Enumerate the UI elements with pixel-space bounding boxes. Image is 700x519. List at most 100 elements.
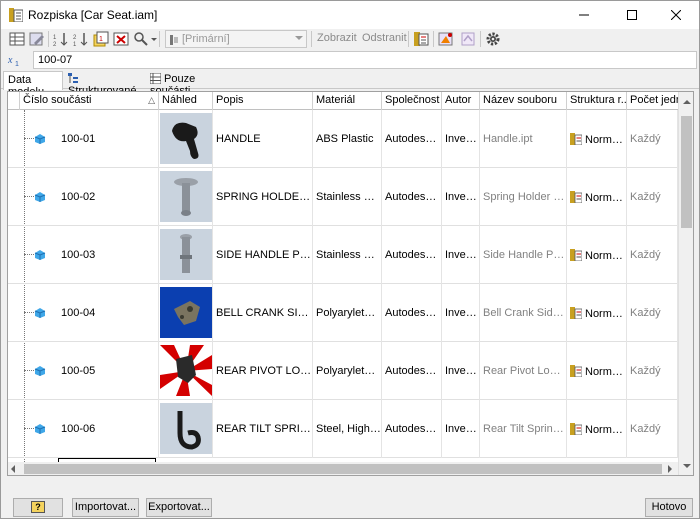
column-material[interactable]: Materiál [313,92,382,110]
cell-part-number[interactable]: 100-03 [58,226,159,284]
cell-file-name[interactable]: Side Handle Pivot ... [480,226,567,284]
help-button[interactable]: ? [13,498,63,517]
scrollbar-thumb[interactable] [681,116,692,228]
cell-structure[interactable]: Normální [567,226,627,284]
cell-units[interactable]: Každý [627,284,678,342]
cell-part-number[interactable]: 100-04 [58,284,159,342]
cell-author[interactable]: Inventor [442,110,480,168]
delete-table-icon[interactable] [113,31,129,47]
cell-structure[interactable]: Normální [567,342,627,400]
column-structure[interactable]: Struktura r... [567,92,627,110]
show-button[interactable]: Zobrazit [317,32,357,44]
cell-author[interactable]: Inventor [442,226,480,284]
cell-material[interactable]: Stainless Steel [313,168,382,226]
cell-company[interactable]: Autodesk Inc. [382,342,442,400]
tab-parts-only[interactable]: Pouze součásti [147,71,227,97]
cell-structure[interactable]: Normální [567,400,627,458]
cell-description[interactable]: REAR PIVOT LOCK PL... [213,342,313,400]
scroll-left-icon[interactable] [11,465,15,473]
sort-ascending-icon[interactable]: 12 [53,31,69,47]
tab-model-data[interactable]: Data modelu [3,71,63,98]
table-icon[interactable] [9,31,25,47]
cell-description[interactable]: REAR TILT SPRING [213,400,313,458]
minimize-button[interactable] [561,1,607,29]
cell-material[interactable]: ABS Plastic [313,110,382,168]
cell-company[interactable]: Autodesk Inc. [382,110,442,168]
cell-author[interactable]: Inventor [442,400,480,458]
export-button[interactable]: Exportovat... [146,498,212,517]
table-row[interactable]: 100-01 HANDLE ABS Plastic Autodesk Inc. Inve… [8,110,678,168]
cell-author[interactable]: Inventor [442,342,480,400]
expression-row: x1 100-07 [1,50,699,70]
cell-structure[interactable]: Normální [567,284,627,342]
cell-author[interactable]: Inventor [442,284,480,342]
cell-file-name[interactable]: Rear Tilt Spring.ipt [480,400,567,458]
expression-icon[interactable]: x1 [7,52,25,68]
table-row[interactable]: 100-03 SIDE HANDLE PIVOT ... Stainless Ste… [8,226,678,284]
find-icon[interactable] [133,31,149,47]
cell-file-name[interactable]: Spring Holder Pin.ipt [480,168,567,226]
close-button[interactable] [653,1,699,29]
table-row[interactable]: 100-06 REAR TILT SPRINGSteel, High St... A… [8,400,678,458]
cell-structure[interactable]: Normální [567,168,627,226]
cell-file-name[interactable]: Bell Crank Side Ha... [480,284,567,342]
cell-units[interactable]: Každý [627,226,678,284]
scroll-up-icon[interactable] [683,100,691,104]
table-row[interactable]: 100-04 BELL CRANK SIDE HA...Polyarylether… [8,284,678,342]
cell-author[interactable]: Inventor [442,168,480,226]
cell-description[interactable]: SIDE HANDLE PIVOT ... [213,226,313,284]
cell-units[interactable]: Každý [627,342,678,400]
cell-material[interactable]: Steel, High St... [313,400,382,458]
cell-units[interactable]: Každý [627,400,678,458]
scroll-down-icon[interactable] [683,464,691,468]
cell-units[interactable]: Každý [627,110,678,168]
column-file-name[interactable]: Název souboru [480,92,567,110]
cell-part-number[interactable]: 100-05 [58,342,159,400]
cell-part-number[interactable]: 100-01 [58,110,159,168]
tree-connector [24,312,34,313]
edit-table-icon[interactable] [29,31,45,47]
column-company[interactable]: Společnost [382,92,442,110]
scroll-right-icon[interactable] [668,465,672,473]
horizontal-scrollbar[interactable] [8,462,678,475]
cell-units[interactable]: Každý [627,168,678,226]
part-settings-icon[interactable] [438,31,454,47]
cell-file-name[interactable]: Handle.ipt [480,110,567,168]
cell-structure-text: Normální [585,250,627,262]
substitute-icon[interactable] [460,31,476,47]
table-row[interactable]: 100-02 SPRING HOLDER PIN Stainless SteelAu… [8,168,678,226]
column-part-number[interactable]: Číslo součásti △ [20,92,159,110]
maximize-button[interactable] [609,1,655,29]
gear-icon[interactable] [485,31,501,47]
view-combo[interactable]: [Primární] [165,30,307,48]
renumber-icon[interactable]: 1 [93,31,109,47]
cell-material[interactable]: Stainless Steel [313,226,382,284]
table-row[interactable]: 100-05 REAR PIVOT LOCK PL...Polyarylether… [8,342,678,400]
cell-description[interactable]: SPRING HOLDER PIN [213,168,313,226]
remove-button[interactable]: Odstranit [362,32,407,44]
sort-descending-icon[interactable]: 21 [73,31,89,47]
cell-company[interactable]: Autodesk Inc. [382,226,442,284]
cell-material[interactable]: Polyarylether... [313,284,382,342]
expression-field[interactable]: 100-07 [33,51,697,69]
done-button[interactable]: Hotovo [645,498,693,517]
cell-description[interactable]: HANDLE [213,110,313,168]
cell-material[interactable]: Polyarylether... [313,342,382,400]
import-button[interactable]: Importovat... [72,498,139,517]
cell-part-number[interactable]: 100-06 [58,400,159,458]
cell-company[interactable]: Autodesk Inc. [382,284,442,342]
column-preview[interactable]: Náhled [159,92,213,110]
column-author[interactable]: Autor [442,92,480,110]
cell-part-number[interactable]: 100-02 [58,168,159,226]
cell-company[interactable]: Autodesk Inc. [382,168,442,226]
cell-company[interactable]: Autodesk Inc. [382,400,442,458]
vertical-scrollbar[interactable] [678,92,693,475]
bom-export-icon[interactable] [413,31,429,47]
cell-file-name[interactable]: Rear Pivot Lock Pl... [480,342,567,400]
cell-structure[interactable]: Normální [567,110,627,168]
find-dropdown-arrow[interactable] [151,38,157,41]
cell-description[interactable]: BELL CRANK SIDE HA... [213,284,313,342]
hscroll-thumb[interactable] [24,464,662,474]
tab-structured[interactable]: Strukturované [65,71,145,97]
column-description[interactable]: Popis [213,92,313,110]
